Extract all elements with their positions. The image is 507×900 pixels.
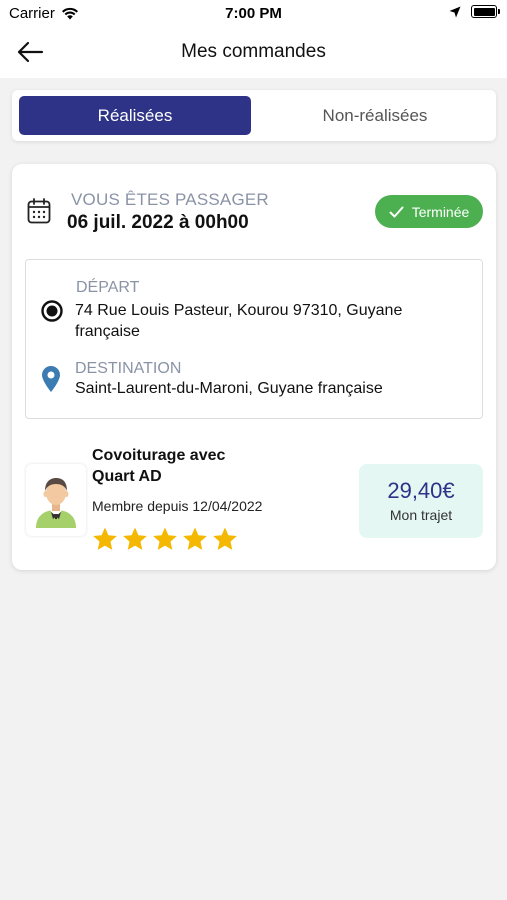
order-card[interactable]: VOUS ÊTES PASSAGER 06 juil. 2022 à 00h00… (12, 164, 496, 570)
origin-marker-icon (41, 300, 63, 322)
passenger-role-label: VOUS ÊTES PASSAGER (71, 190, 269, 209)
origin-address: 74 Rue Louis Pasteur, Kourou 97310, Guya… (75, 302, 403, 340)
destination-address: Saint-Laurent-du-Maroni, Guyane français… (75, 380, 383, 397)
status-badge: Terminée (375, 195, 483, 228)
price-value: 29,40€ (387, 478, 455, 503)
battery-icon (471, 5, 500, 18)
route-box: DÉPART 74 Rue Louis Pasteur, Kourou 9731… (25, 259, 483, 419)
star-icon (183, 527, 207, 550)
member-since: Membre depuis 12/04/2022 (92, 498, 263, 514)
driver-title: Covoiturage avec Quart AD (92, 447, 226, 485)
status-time: 7:00 PM (225, 5, 282, 22)
destination-label: DESTINATION (75, 360, 182, 377)
tab-not-completed[interactable]: Non-réalisées (259, 96, 491, 135)
status-bar: Carrier 7:00 PM (0, 0, 507, 26)
status-label: Terminée (411, 203, 470, 220)
star-icon (153, 527, 177, 550)
driver-avatar-icon (36, 478, 76, 528)
star-icon (213, 527, 237, 550)
page-title: Mes commandes (181, 41, 326, 62)
origin-label: DÉPART (76, 279, 140, 296)
calendar-icon (27, 198, 51, 224)
avatar (26, 464, 86, 536)
location-arrow-icon (449, 6, 461, 17)
star-icon (93, 527, 117, 550)
order-date: 06 juil. 2022 à 00h00 (67, 212, 249, 233)
app-header: Mes commandes (0, 26, 507, 78)
price-box: 29,40€ Mon trajet (359, 464, 483, 538)
map-pin-icon (42, 366, 60, 392)
tab-completed[interactable]: Réalisées (19, 96, 251, 135)
orders-tabs: Réalisées Non-réalisées (12, 90, 496, 141)
star-icon (123, 527, 147, 550)
rating-stars (92, 526, 238, 552)
check-icon (389, 206, 404, 217)
status-right (449, 5, 500, 18)
price-label: Mon trajet (389, 507, 453, 523)
